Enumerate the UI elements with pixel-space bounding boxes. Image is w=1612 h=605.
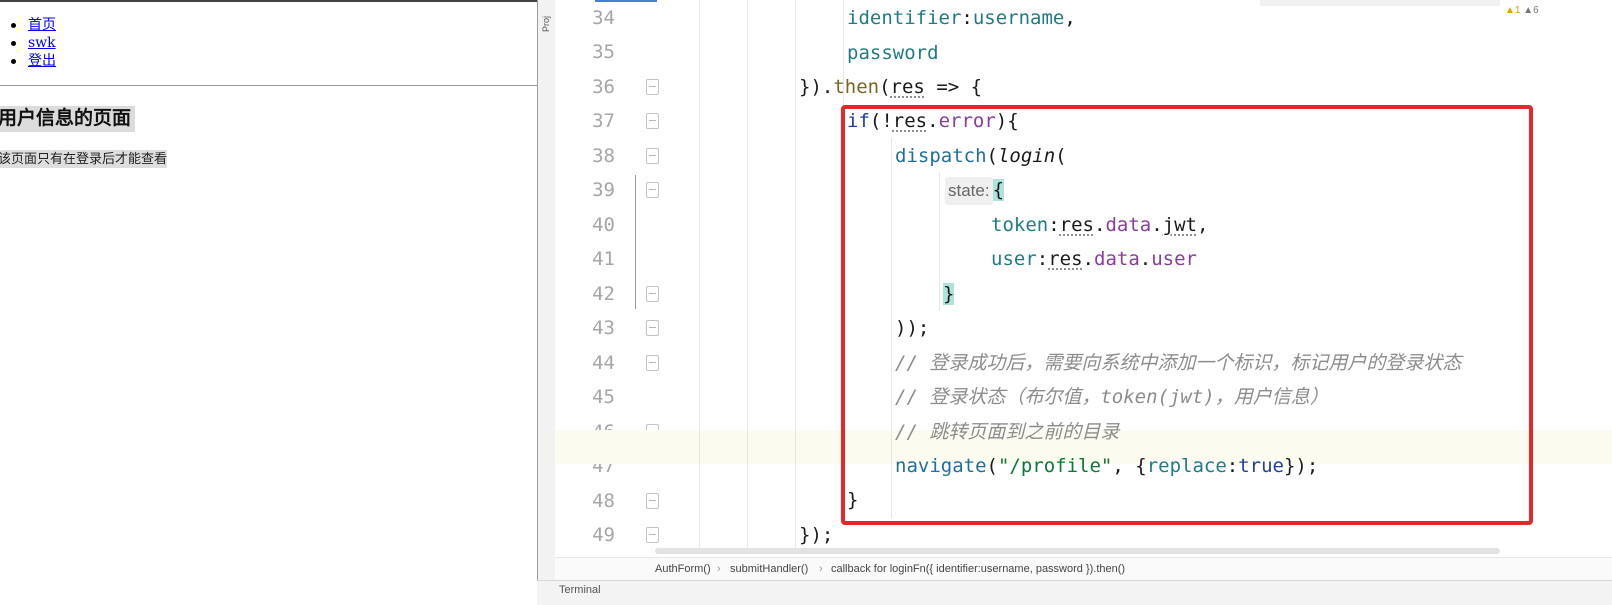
bottom-tool-bar: Terminal <box>537 580 1612 605</box>
nav-link-home[interactable]: 首页 <box>28 17 56 33</box>
line-number: 42 <box>592 283 615 305</box>
line-number: 43 <box>592 317 615 339</box>
breadcrumb-item[interactable]: submitHandler() <box>730 558 808 580</box>
bullet-icon <box>11 41 16 46</box>
token: }). <box>799 76 834 98</box>
code-line-36: }).then(res => { <box>655 70 1612 104</box>
nav-item-user: swk <box>11 34 56 52</box>
token: username <box>972 7 1065 29</box>
browser-top-edge <box>0 0 537 2</box>
nav-link-user[interactable]: swk <box>28 35 56 51</box>
token: }); <box>799 524 834 546</box>
project-tool-button[interactable]: Proj <box>540 2 553 32</box>
nav-list: 首页 swk 登出 <box>0 16 56 70</box>
token: , <box>1064 7 1076 29</box>
tool-window-strip: Proj <box>538 0 556 604</box>
line-number: 45 <box>592 386 615 408</box>
annotation-highlight-box <box>841 105 1533 525</box>
change-marker <box>635 175 636 309</box>
warning-icon: ▲1 <box>1505 5 1521 16</box>
page-description: 该页面只有在登录后才能查看 <box>0 150 168 168</box>
nav-item-logout: 登出 <box>11 52 56 70</box>
breadcrumb-item[interactable]: AuthForm() <box>655 558 711 580</box>
line-number: 49 <box>592 524 615 546</box>
weak-warning-icon: ▲6 <box>1523 5 1539 16</box>
token: ( <box>879 76 891 98</box>
browser-page: 首页 swk 登出 用户信息的页面 该页面只有在登录后才能查看 <box>0 0 537 604</box>
token: password <box>847 42 939 64</box>
nav-link-logout[interactable]: 登出 <box>28 53 56 69</box>
line-number: 35 <box>592 41 615 63</box>
page-title: 用户信息的页面 <box>0 106 136 132</box>
chevron-right-icon: › <box>819 563 823 575</box>
code-line-34: identifier:username, <box>655 1 1612 35</box>
active-tab-indicator <box>595 0 657 2</box>
token: : <box>961 7 973 29</box>
terminal-tab[interactable]: Terminal <box>559 584 601 596</box>
line-number: 40 <box>592 214 615 236</box>
editor-tabs-edge <box>1260 0 1500 6</box>
nav-item-home: 首页 <box>11 16 56 34</box>
chevron-right-icon: › <box>717 563 721 575</box>
horizontal-scrollbar[interactable] <box>655 548 1500 554</box>
breadcrumb-item[interactable]: callback for loginFn({ identifier:userna… <box>831 558 1125 580</box>
line-gutter: 34 35 36 37 38 39 40 41 42 43 44 45 46 4… <box>555 0 659 572</box>
line-number: 38 <box>592 145 615 167</box>
line-number: 39 <box>592 179 615 201</box>
divider <box>0 85 537 86</box>
token: => { <box>924 76 983 98</box>
line-number: 44 <box>592 352 615 374</box>
line-number: 34 <box>592 7 615 29</box>
bullet-icon <box>11 59 16 64</box>
line-number: 36 <box>592 76 615 98</box>
breadcrumb: AuthForm() › submitHandler() › callback … <box>555 557 1612 580</box>
inspection-widget[interactable]: ▲1 ▲6 <box>1505 4 1539 18</box>
line-number: 41 <box>592 248 615 270</box>
bullet-icon <box>11 23 16 28</box>
line-number: 48 <box>592 490 615 512</box>
line-number: 37 <box>592 110 615 132</box>
token: res <box>890 76 925 98</box>
token: then <box>833 76 880 98</box>
token: identifier <box>847 7 962 29</box>
code-line-35: password <box>655 36 1612 70</box>
